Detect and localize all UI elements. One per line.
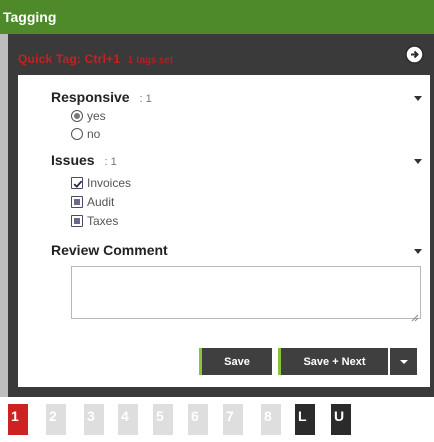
review-comment-textarea[interactable]	[71, 266, 421, 319]
arrow-circle-right-icon[interactable]	[405, 45, 424, 64]
checkbox-option-taxes[interactable]: Taxes	[71, 213, 118, 229]
tag-number-1[interactable]: 1	[8, 404, 28, 435]
chevron-down-icon[interactable]	[414, 96, 422, 101]
tag-letter-l[interactable]: L	[295, 404, 315, 435]
section-title: Issues	[51, 152, 95, 168]
checkbox[interactable]	[71, 215, 83, 227]
section-count: : 1	[104, 156, 117, 168]
section-review-comment-header[interactable]: Review Comment	[51, 242, 168, 258]
radio-option-yes[interactable]: yes	[71, 108, 106, 124]
tag-number-2[interactable]: 2	[46, 404, 66, 435]
checkbox-label: Taxes	[87, 214, 119, 228]
tagging-panel: Tagging Quick Tag: Ctrl+1 1 tags set Res…	[0, 0, 434, 442]
save-button[interactable]: Save	[199, 348, 272, 375]
caret-down-icon[interactable]	[390, 348, 417, 375]
checkbox[interactable]	[71, 196, 83, 208]
checkbox[interactable]	[71, 177, 83, 189]
chevron-down-icon[interactable]	[414, 159, 422, 164]
section-count: : 1	[139, 93, 152, 105]
tag-number-5[interactable]: 5	[153, 404, 173, 435]
tag-number-6[interactable]: 6	[188, 404, 208, 435]
quick-tag-status: 1 tags set	[127, 55, 174, 66]
tag-number-8[interactable]: 8	[261, 404, 281, 435]
tag-number-7[interactable]: 7	[223, 404, 243, 435]
quick-tag-shortcut: Quick Tag: Ctrl+1	[18, 52, 121, 66]
checkbox-option-audit[interactable]: Audit	[71, 194, 114, 210]
tag-number-3[interactable]: 3	[84, 404, 104, 435]
checkbox-label: Audit	[87, 195, 115, 209]
radio-option-no[interactable]: no	[71, 126, 100, 142]
radio-label: no	[87, 127, 101, 141]
save-next-button[interactable]: Save + Next	[278, 348, 388, 375]
chevron-down-icon[interactable]	[414, 249, 422, 254]
tag-letter-u[interactable]: U	[331, 404, 351, 435]
radio-button[interactable]	[71, 110, 83, 122]
checkbox-label: Invoices	[87, 176, 132, 190]
section-title: Review Comment	[51, 242, 168, 258]
section-issues-header[interactable]: Issues : 1	[51, 152, 117, 168]
tag-number-4[interactable]: 4	[118, 404, 138, 435]
check-icon	[73, 180, 83, 188]
quick-tag-label: Quick Tag: Ctrl+1 1 tags set	[18, 52, 173, 66]
window-title: Tagging	[0, 0, 434, 34]
resize-grip-icon[interactable]	[411, 309, 419, 322]
section-title: Responsive	[51, 89, 130, 105]
radio-label: yes	[87, 109, 106, 123]
radio-button[interactable]	[71, 128, 83, 140]
checkbox-option-invoices[interactable]: Invoices	[71, 175, 131, 191]
section-responsive-header[interactable]: Responsive : 1	[51, 89, 152, 105]
